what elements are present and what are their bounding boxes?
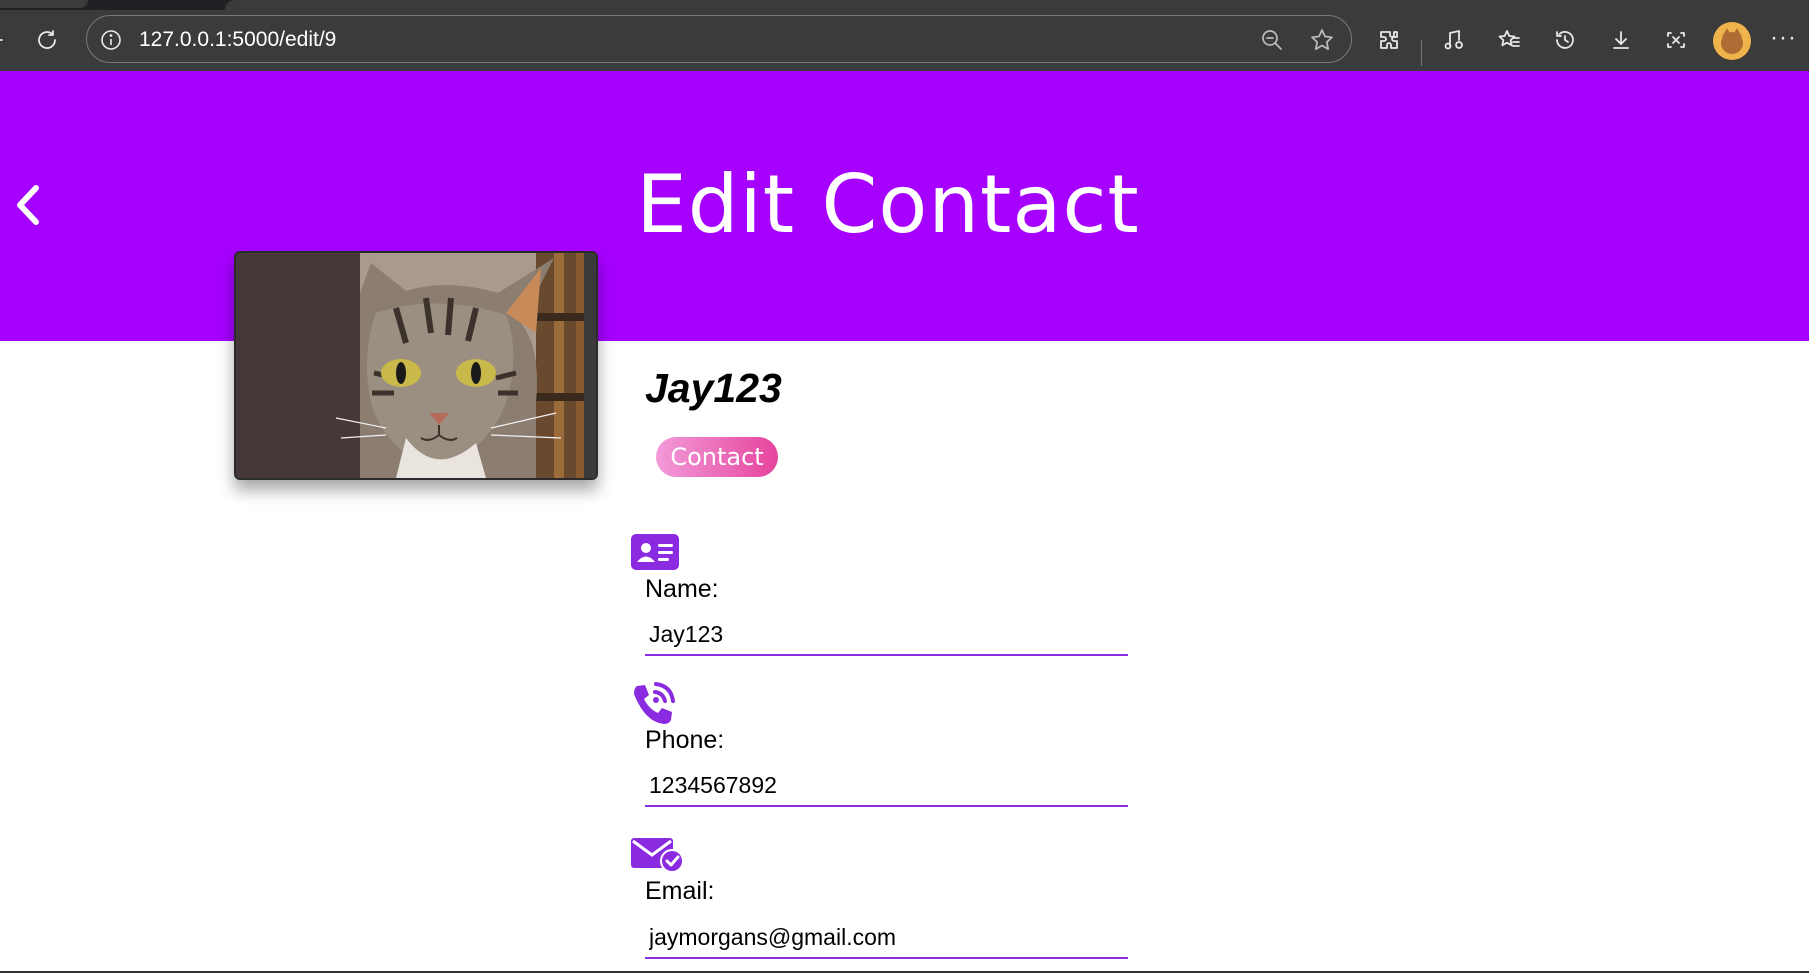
email-input[interactable] — [645, 917, 1128, 959]
name-label: Name: — [645, 575, 719, 603]
phone-label: Phone: — [645, 726, 725, 754]
screenshot-icon[interactable] — [1658, 22, 1694, 58]
media-icon[interactable] — [1436, 22, 1472, 58]
site-info-icon[interactable] — [99, 28, 123, 52]
downloads-icon[interactable] — [1603, 22, 1639, 58]
favorites-icon[interactable] — [1491, 22, 1527, 58]
phone-input[interactable] — [645, 765, 1128, 807]
favorite-star-icon[interactable] — [1309, 27, 1335, 53]
browser-toolbar: 127.0.0.1:5000/edit/9 ··· — [0, 10, 1809, 71]
browser-tabstrip — [0, 0, 1809, 10]
zoom-out-icon[interactable] — [1259, 27, 1285, 53]
phone-call-icon — [631, 682, 675, 726]
history-icon[interactable] — [1547, 22, 1583, 58]
toolbar-separator — [1421, 40, 1422, 66]
name-input[interactable] — [645, 614, 1128, 656]
url-text[interactable]: 127.0.0.1:5000/edit/9 — [139, 28, 336, 52]
active-tab[interactable] — [225, 0, 1809, 10]
back-icon[interactable] — [0, 22, 18, 58]
extensions-icon[interactable] — [1371, 22, 1407, 58]
envelope-check-icon — [631, 838, 685, 874]
email-label: Email: — [645, 877, 715, 905]
profile-avatar[interactable] — [1713, 22, 1751, 60]
more-options-icon[interactable]: ··· — [1770, 26, 1797, 50]
contact-name: Jay123 — [645, 365, 782, 411]
reload-icon[interactable] — [29, 22, 65, 58]
contact-badge[interactable]: Contact — [656, 437, 778, 477]
contact-photo — [234, 251, 598, 480]
cat-photo — [236, 253, 596, 478]
id-card-icon — [631, 534, 679, 570]
inactive-tab[interactable] — [0, 0, 88, 8]
address-bar[interactable]: 127.0.0.1:5000/edit/9 — [86, 15, 1352, 63]
page-title: Edit Contact — [636, 158, 1140, 251]
